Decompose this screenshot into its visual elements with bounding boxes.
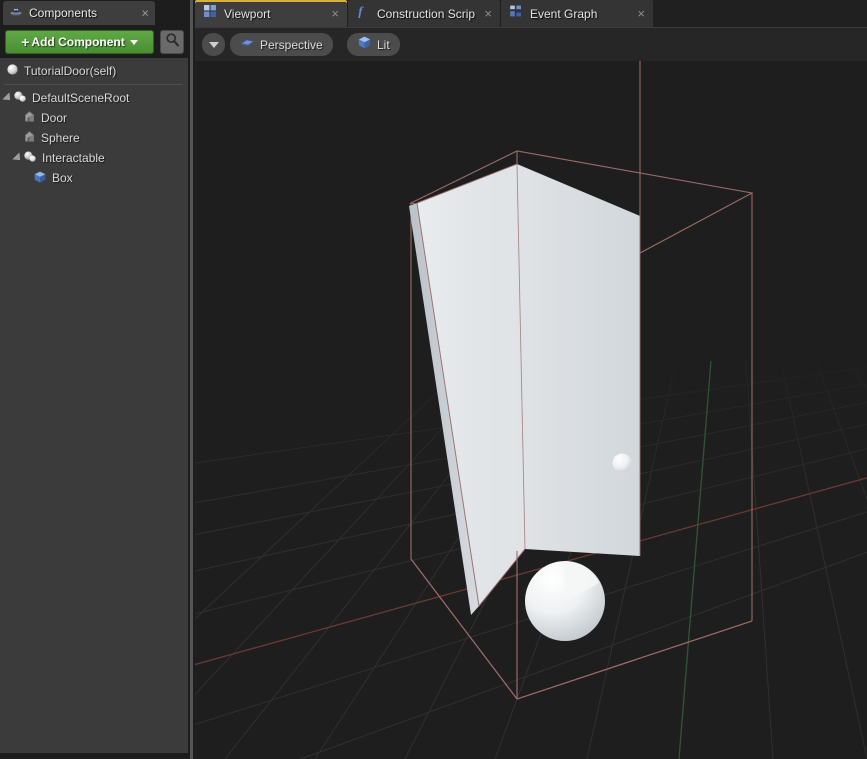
tab-components[interactable]: Components × xyxy=(3,1,155,25)
viewport-dock: Viewport × f Construction Scrip × Event … xyxy=(195,0,867,759)
tree-row-interactable[interactable]: Interactable xyxy=(0,148,188,168)
camera-mode-button[interactable]: Perspective xyxy=(230,33,333,56)
box-collision-icon xyxy=(33,170,47,187)
sphere-component xyxy=(525,561,605,641)
tab-construction-script[interactable]: f Construction Scrip × xyxy=(348,0,500,27)
static-mesh-icon xyxy=(23,110,36,126)
tree-divider xyxy=(4,84,182,85)
viewport-options-button[interactable] xyxy=(202,33,225,56)
perspective-camera-icon xyxy=(240,35,255,54)
tree-label-interactable: Interactable xyxy=(42,151,105,165)
tree-row-sphere[interactable]: Sphere xyxy=(0,128,188,148)
tab-construction-script-label: Construction Scrip xyxy=(377,6,476,21)
tree-row-default-scene-root[interactable]: DefaultSceneRoot xyxy=(0,88,188,108)
dock-tabstrip: Viewport × f Construction Scrip × Event … xyxy=(195,0,867,28)
camera-mode-label: Perspective xyxy=(260,37,323,52)
tree-label-default-scene-root: DefaultSceneRoot xyxy=(32,91,130,105)
chevron-down-icon xyxy=(129,39,138,45)
scene-component-icon xyxy=(23,150,37,166)
lit-cube-icon xyxy=(357,35,372,55)
static-mesh-icon xyxy=(23,130,36,146)
tab-viewport[interactable]: Viewport × xyxy=(195,0,347,27)
splitter-grip xyxy=(190,0,193,759)
tree-label-actor-root: TutorialDoor(self) xyxy=(24,64,117,78)
tab-event-graph[interactable]: Event Graph × xyxy=(501,0,653,27)
tree-label-box: Box xyxy=(52,171,73,185)
tree-row-box[interactable]: Box xyxy=(0,168,188,188)
tab-event-graph-label: Event Graph xyxy=(530,6,598,21)
unreal-blueprint-editor: Components × + Add Component TutorialDoo… xyxy=(0,0,867,759)
viewport-3d-scene[interactable] xyxy=(195,61,867,759)
components-panel: Components × + Add Component TutorialDoo… xyxy=(0,0,189,759)
tree-row-actor-root[interactable]: TutorialDoor(self) xyxy=(0,61,188,81)
tree-label-door: Door xyxy=(41,111,68,125)
expander-arrow-icon[interactable] xyxy=(2,92,14,104)
search-button[interactable] xyxy=(160,30,184,54)
function-f-icon: f xyxy=(356,4,370,23)
tree-row-door[interactable]: Door xyxy=(0,108,188,128)
components-icon xyxy=(9,4,23,23)
close-icon[interactable]: × xyxy=(484,7,492,20)
view-mode-label: Lit xyxy=(377,37,390,52)
viewport-grid-icon xyxy=(203,4,217,23)
plus-icon: + xyxy=(21,34,30,50)
search-icon xyxy=(165,32,180,52)
close-icon[interactable]: × xyxy=(331,7,339,20)
panel-splitter[interactable] xyxy=(188,0,195,759)
components-toolbar: + Add Component xyxy=(0,27,188,58)
door-front-right xyxy=(517,164,640,556)
viewport-toolbar: Perspective Lit xyxy=(195,28,867,61)
close-icon[interactable]: × xyxy=(141,7,149,20)
tab-viewport-label: Viewport xyxy=(224,6,271,21)
chevron-down-icon xyxy=(208,41,219,48)
component-tree[interactable]: TutorialDoor(self) DefaultSceneRoot Door… xyxy=(0,58,189,753)
components-tabstrip: Components × xyxy=(0,0,188,25)
scene-component-icon xyxy=(13,90,27,106)
scene-render xyxy=(195,61,867,759)
svg-text:f: f xyxy=(358,4,364,18)
expander-arrow-icon[interactable] xyxy=(12,152,24,164)
add-component-label: Add Component xyxy=(31,35,125,49)
tree-label-sphere: Sphere xyxy=(41,131,80,145)
add-component-button[interactable]: + Add Component xyxy=(5,30,154,54)
close-icon[interactable]: × xyxy=(637,7,645,20)
actor-sphere-icon xyxy=(6,63,19,79)
event-graph-icon xyxy=(509,4,523,23)
components-tab-label: Components xyxy=(29,6,98,20)
view-mode-button[interactable]: Lit xyxy=(347,33,400,56)
